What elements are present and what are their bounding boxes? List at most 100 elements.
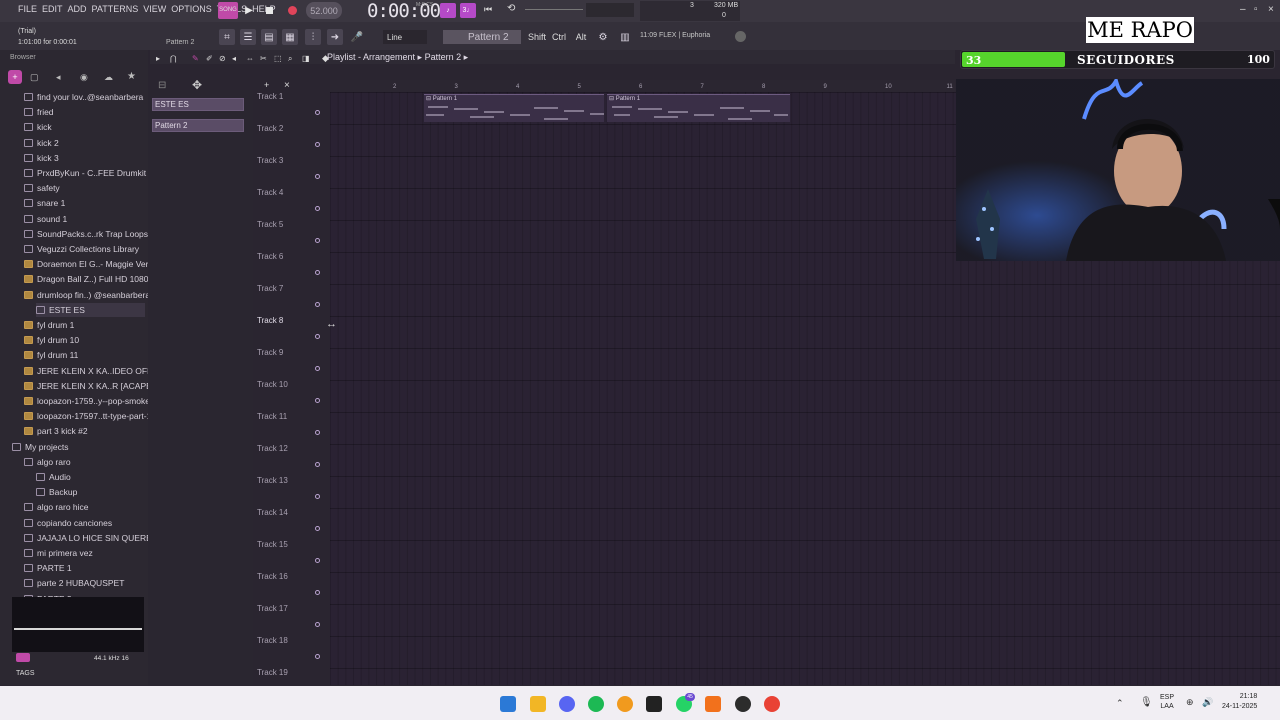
fl-studio-icon[interactable]	[617, 696, 633, 712]
playlist-icon[interactable]: ☰	[240, 29, 256, 45]
chrome-icon[interactable]	[764, 696, 780, 712]
mute-tool-icon[interactable]: ◂	[232, 54, 236, 63]
browser-item[interactable]: part 3 kick #2	[24, 424, 145, 438]
tags-label[interactable]: TAGS	[16, 670, 35, 677]
browser-item[interactable]: kick	[24, 120, 145, 134]
browser-item[interactable]: mi primera vez	[24, 546, 145, 560]
browser-item[interactable]: Backup	[36, 485, 145, 499]
track-header[interactable]: Track 11	[257, 412, 320, 444]
piano-roll-icon[interactable]: ▤	[261, 29, 277, 45]
tempo-tap-icon[interactable]: ⚙	[595, 29, 611, 45]
epic-games-icon[interactable]	[646, 696, 662, 712]
menu-item-edit[interactable]: EDIT	[42, 4, 63, 14]
close-icon[interactable]: ×	[1268, 4, 1274, 15]
shift-key-button[interactable]: Shift	[528, 30, 546, 44]
master-volume-slider[interactable]	[525, 9, 583, 10]
menu-item-file[interactable]: FILE	[18, 4, 37, 14]
browser-item[interactable]: SoundPacks.c..rk Trap Loops	[24, 227, 148, 241]
browser-item[interactable]: snare 1	[24, 196, 145, 210]
track-mute-icon[interactable]	[315, 398, 320, 403]
maximize-icon[interactable]: ▫	[1254, 4, 1258, 15]
track-header[interactable]: Track 16	[257, 572, 320, 604]
browser-item[interactable]: ESTE ES	[36, 302, 145, 317]
language-indicator[interactable]: ESP LAA	[1160, 693, 1174, 711]
browser-item[interactable]: PARTE 1	[24, 561, 145, 575]
track-mute-icon[interactable]	[315, 238, 320, 243]
track-header[interactable]: Track 7	[257, 284, 320, 316]
browser-item[interactable]: My projects	[12, 440, 145, 454]
browser-item[interactable]: fried	[24, 105, 145, 119]
ctrl-key-button[interactable]: Ctrl	[550, 30, 568, 44]
track-mute-icon[interactable]	[315, 494, 320, 499]
browser-item[interactable]: safety	[24, 181, 145, 195]
remove-track-icon[interactable]: ×	[284, 80, 290, 91]
browser-item[interactable]: fyl drum 1	[24, 318, 145, 332]
track-header[interactable]: Track 15	[257, 540, 320, 572]
picker-item[interactable]: ESTE ES	[152, 98, 244, 111]
spotify-icon[interactable]	[588, 696, 604, 712]
track-mute-icon[interactable]	[315, 110, 320, 115]
browser-item[interactable]: JERE KLEIN X KA..R [ACAPELLA]	[24, 379, 169, 393]
browser-item[interactable]: Audio	[36, 470, 145, 484]
move-icon[interactable]: ✥	[192, 78, 202, 92]
play-button[interactable]: ▶	[242, 2, 256, 19]
track-header[interactable]: Track 4	[257, 188, 320, 220]
browser-item[interactable]: loopazon-1759..y--pop-smoke	[24, 394, 150, 408]
metronome-icon[interactable]: ♪	[440, 3, 456, 18]
snap-icon[interactable]: ⌗	[219, 29, 235, 45]
song-mode-toggle[interactable]: SONG	[218, 2, 238, 19]
network-icon[interactable]: ⊕	[1186, 697, 1194, 708]
browser-item[interactable]: fyl drum 11	[24, 348, 145, 362]
browser-back-icon[interactable]: ◂	[56, 72, 61, 83]
browser-item[interactable]: PrxdByKun - C..FEE Drumkit	[24, 166, 146, 180]
browser-item[interactable]: Dragon Ball Z..) Full HD 1080p	[24, 272, 153, 286]
browser-item[interactable]: find your lov..@seanbarbera	[24, 90, 145, 104]
track-mute-icon[interactable]	[315, 142, 320, 147]
loop-icon[interactable]: ⟲	[507, 3, 515, 14]
track-header[interactable]: Track 12	[257, 444, 320, 476]
track-mute-icon[interactable]	[315, 622, 320, 627]
track-mute-icon[interactable]	[315, 462, 320, 467]
track-mute-icon[interactable]	[315, 206, 320, 211]
browser-item[interactable]: drumloop fin..) @seanbarbera	[24, 288, 150, 302]
file-explorer-icon[interactable]	[530, 696, 546, 712]
browser-file-icon[interactable]: ▢	[30, 72, 39, 83]
arrow-icon[interactable]: ➜	[327, 29, 343, 45]
microphone-tray-icon[interactable]: 🎙	[1140, 697, 1153, 708]
menu-item-patterns[interactable]: PATTERNS	[92, 4, 139, 14]
track-mute-icon[interactable]	[315, 590, 320, 595]
discord-icon[interactable]	[559, 696, 575, 712]
tray-chevron-icon[interactable]: ⌃	[1116, 698, 1124, 709]
browser-item[interactable]: fyl drum 10	[24, 333, 145, 347]
pattern-select[interactable]: Pattern 2	[443, 30, 521, 44]
zoom-tool-icon[interactable]: ⌕	[288, 54, 292, 64]
track-header[interactable]: Track 18	[257, 636, 320, 668]
audio-app-icon[interactable]	[705, 696, 721, 712]
menu-item-add[interactable]: ADD	[68, 4, 87, 14]
delete-tool-icon[interactable]: ⊘	[219, 54, 226, 63]
menu-item-options[interactable]: OPTIONS	[171, 4, 212, 14]
slip-tool-icon[interactable]: ⇔	[246, 54, 254, 63]
track-header[interactable]: Track 2	[257, 124, 320, 156]
browser-item[interactable]: parte 2 HUBAQUSPET	[24, 576, 145, 590]
track-mute-icon[interactable]	[315, 270, 320, 275]
playback-tool-icon[interactable]: ◨	[302, 54, 310, 63]
browser-item[interactable]: sound 1	[24, 212, 145, 226]
browser-item[interactable]: JERE KLEIN X KA..IDEO OFICIAL)	[24, 364, 171, 378]
track-header[interactable]: Track 10	[257, 380, 320, 412]
magnet-icon[interactable]: ⋂	[170, 54, 177, 63]
browser-item[interactable]: algo raro	[24, 455, 145, 469]
browser-item[interactable]: Doraemon El G..- Maggie Vera	[24, 257, 153, 271]
wait-icon[interactable]: ⏮	[484, 4, 492, 15]
track-mute-icon[interactable]	[315, 302, 320, 307]
alt-key-button[interactable]: Alt	[572, 30, 590, 44]
picker-item[interactable]: Pattern 2	[152, 119, 244, 132]
browser-item[interactable]: kick 2	[24, 136, 145, 150]
microphone-icon[interactable]: 🎤	[349, 29, 365, 45]
track-mute-icon[interactable]	[315, 366, 320, 371]
snap-select[interactable]: Line	[383, 30, 427, 44]
menu-item-view[interactable]: VIEW	[143, 4, 166, 14]
track-header[interactable]: Track 14	[257, 508, 320, 540]
clock[interactable]: 21:18 24-11-2025	[1222, 692, 1257, 712]
track-header[interactable]: Track 13	[257, 476, 320, 508]
